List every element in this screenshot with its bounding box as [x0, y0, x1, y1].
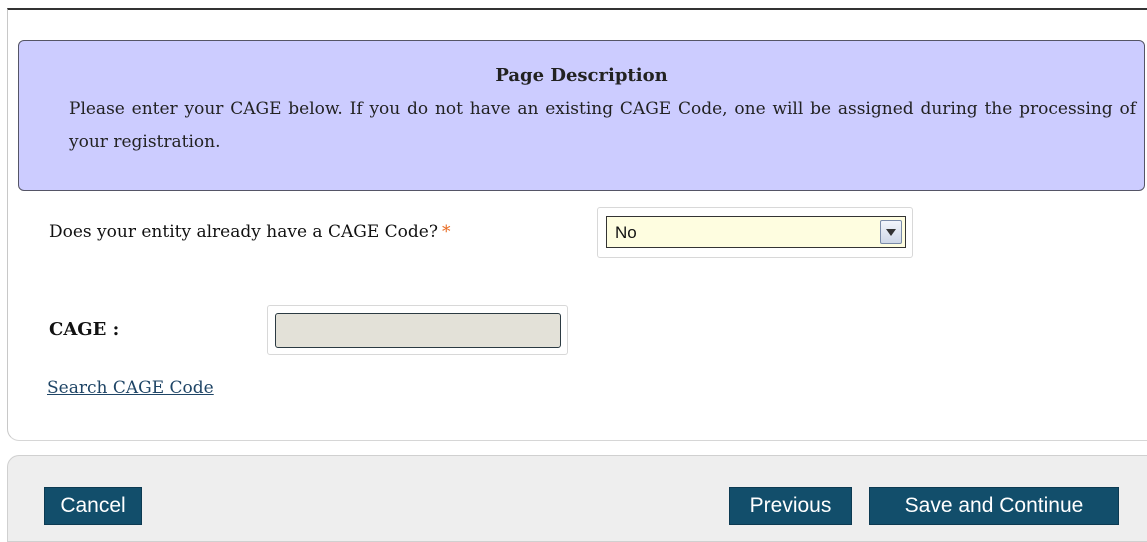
cancel-button[interactable]: Cancel: [44, 487, 142, 525]
cage-input[interactable]: [275, 313, 561, 348]
page-description-text: Please enter your CAGE below. If you do …: [69, 99, 1136, 152]
page: Page Description Please enter your CAGE …: [0, 0, 1147, 542]
cage-question-select[interactable]: No: [606, 216, 906, 248]
cage-question-text: Does your entity already have a CAGE Cod…: [49, 222, 438, 242]
search-cage-code-link[interactable]: Search CAGE Code: [47, 378, 214, 398]
cage-label: CAGE :: [49, 319, 120, 340]
page-description-box: Page Description Please enter your CAGE …: [18, 40, 1145, 191]
page-description-title: Page Description: [495, 65, 668, 86]
select-value: No: [615, 223, 637, 242]
cage-input-frame: [267, 305, 568, 355]
required-marker: *: [441, 222, 451, 242]
chevron-down-icon[interactable]: [880, 220, 902, 244]
cage-question-label: Does your entity already have a CAGE Cod…: [49, 222, 450, 242]
cage-question-select-frame: No: [597, 207, 913, 258]
previous-button[interactable]: Previous: [729, 487, 852, 525]
save-and-continue-button[interactable]: Save and Continue: [869, 487, 1119, 525]
